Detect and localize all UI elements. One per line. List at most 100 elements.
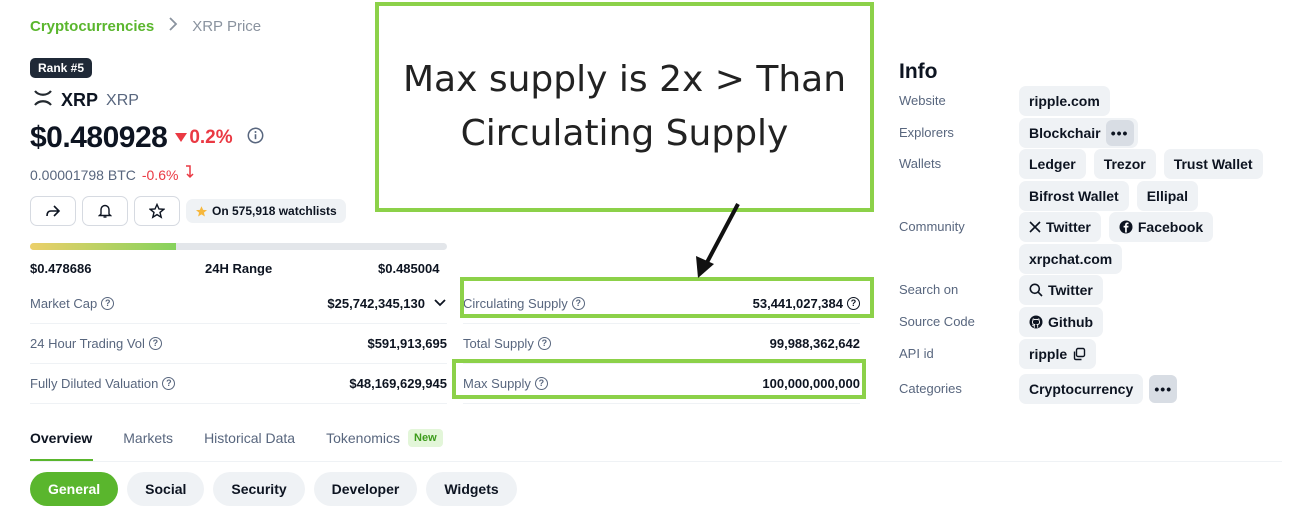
range-label: 24H Range xyxy=(205,261,273,276)
price-change-value: 0.2% xyxy=(189,127,233,148)
source-github[interactable]: Github xyxy=(1019,307,1104,337)
info-title: Info xyxy=(899,60,938,83)
twitter-label: Twitter xyxy=(1046,219,1091,235)
callout-line-2: Circulating Supply xyxy=(460,113,789,154)
range-low: $0.478686 xyxy=(30,261,92,276)
alert-button[interactable] xyxy=(82,196,128,226)
wallet-ellipal[interactable]: Ellipal xyxy=(1136,181,1198,211)
tab-tokenomics[interactable]: Tokenomics New xyxy=(326,429,443,447)
help-icon[interactable]: ? xyxy=(148,337,162,350)
coin-name: XRP xyxy=(61,90,99,110)
api-id-chip[interactable]: ripple xyxy=(1019,339,1097,369)
watchlist-count-text: On 575,918 watchlists xyxy=(212,204,337,218)
explorer-chip[interactable]: Blockchair ••• xyxy=(1019,118,1138,148)
wallets-row-1: Ledger Trezor Trust Wallet xyxy=(1019,149,1263,179)
community-facebook[interactable]: Facebook xyxy=(1108,212,1214,242)
community-twitter[interactable]: Twitter xyxy=(1019,212,1101,242)
main-tabs: Overview Markets Historical Data Tokenom… xyxy=(30,429,443,447)
help-icon[interactable]: ? xyxy=(162,377,176,390)
action-buttons: On 575,918 watchlists xyxy=(30,196,346,226)
pill-widgets[interactable]: Widgets xyxy=(426,472,517,506)
pill-developer[interactable]: Developer xyxy=(313,472,418,506)
tab-overview[interactable]: Overview xyxy=(30,430,92,446)
website-link[interactable]: ripple.com xyxy=(1019,86,1110,116)
pill-social[interactable]: Social xyxy=(127,472,205,506)
search-twitter[interactable]: Twitter xyxy=(1019,275,1103,305)
help-icon[interactable]: ? xyxy=(101,296,115,310)
coin-symbol: XRP xyxy=(106,91,139,109)
explorer-name: Blockchair xyxy=(1029,125,1101,141)
website-label: Website xyxy=(899,93,946,108)
wallet-bifrost[interactable]: Bifrost Wallet xyxy=(1019,181,1129,211)
search-icon xyxy=(1029,283,1043,297)
market-cap-value[interactable]: $25,742,345,130 xyxy=(327,296,447,311)
api-id-label: API id xyxy=(899,346,934,361)
copy-icon[interactable] xyxy=(1072,347,1086,361)
search-on-label: Search on xyxy=(899,282,959,297)
category-chip[interactable]: Cryptocurrency xyxy=(1019,374,1144,404)
volume-value: $591,913,695 xyxy=(367,336,447,351)
stat-row-total-supply: Total Supply? 99,988,362,642 xyxy=(463,324,860,363)
bell-icon xyxy=(98,204,112,218)
annotation-callout: Max supply is 2x > Than Circulating Supp… xyxy=(375,2,874,212)
stat-row-market-cap: Market Cap? $25,742,345,130 xyxy=(30,283,447,323)
pill-general[interactable]: General xyxy=(30,472,119,506)
price-change: 0.2% xyxy=(175,127,233,149)
range-fill xyxy=(30,243,176,250)
explorers-label: Explorers xyxy=(899,125,954,140)
chevron-right-icon xyxy=(168,17,178,36)
tab-historical-data[interactable]: Historical Data xyxy=(204,430,295,446)
stat-row-fdv: Fully Diluted Valuation? $48,169,629,945 xyxy=(30,364,447,403)
share-button[interactable] xyxy=(30,196,76,226)
trend-down-icon xyxy=(184,165,194,184)
wallet-ledger[interactable]: Ledger xyxy=(1019,149,1086,179)
fdv-value: $48,169,629,945 xyxy=(349,376,447,391)
xrp-logo-icon xyxy=(33,89,53,112)
wallets-label: Wallets xyxy=(899,156,942,171)
categories-row: Cryptocurrency ••• xyxy=(1019,374,1178,404)
more-categories-button[interactable]: ••• xyxy=(1149,375,1178,403)
rank-badge: Rank #5 xyxy=(30,58,93,78)
tabs-divider xyxy=(30,461,1282,462)
community-xrpchat[interactable]: xrpchat.com xyxy=(1019,244,1123,274)
facebook-icon xyxy=(1119,220,1133,234)
community-row-1: Twitter Facebook xyxy=(1019,212,1214,242)
total-supply-value: 99,988,362,642 xyxy=(769,336,860,351)
watchlist-star-button[interactable] xyxy=(134,196,180,226)
search-twitter-label: Twitter xyxy=(1048,282,1093,298)
breadcrumb: Cryptocurrencies XRP Price xyxy=(30,17,261,36)
share-icon xyxy=(46,205,61,217)
total-supply-label: Total Supply? xyxy=(463,336,551,351)
wallet-trust[interactable]: Trust Wallet xyxy=(1163,149,1263,179)
price-row: $0.480928 0.2% xyxy=(30,121,264,155)
callout-line-1: Max supply is 2x > Than xyxy=(402,59,847,100)
caret-down-icon xyxy=(175,129,188,147)
star-icon xyxy=(149,203,165,219)
watchlist-count: On 575,918 watchlists xyxy=(186,199,346,223)
circulating-highlight-box xyxy=(460,277,874,318)
community-label: Community xyxy=(899,219,965,234)
wallet-trezor[interactable]: Trezor xyxy=(1093,149,1156,179)
chevron-down-icon[interactable] xyxy=(433,298,447,308)
fdv-label: Fully Diluted Valuation? xyxy=(30,376,176,391)
tab-markets[interactable]: Markets xyxy=(123,430,173,446)
x-twitter-icon xyxy=(1029,221,1041,233)
coin-price: $0.480928 xyxy=(30,121,168,154)
max-supply-highlight-box xyxy=(452,359,866,399)
btc-price-row: 0.00001798 BTC -0.6% xyxy=(30,165,194,184)
pill-security[interactable]: Security xyxy=(213,472,305,506)
stats-left: Market Cap? $25,742,345,130 24 Hour Trad… xyxy=(30,283,447,404)
range-high: $0.485004 xyxy=(378,261,440,276)
star-filled-icon xyxy=(195,205,208,217)
tab-tokenomics-label: Tokenomics xyxy=(326,430,401,446)
btc-change: -0.6% xyxy=(141,166,179,183)
github-icon xyxy=(1029,315,1043,329)
help-icon[interactable]: ? xyxy=(537,337,551,350)
more-explorers-button[interactable]: ••• xyxy=(1105,120,1134,146)
price-range-bar xyxy=(30,243,447,250)
breadcrumb-cryptocurrencies-link[interactable]: Cryptocurrencies xyxy=(30,18,154,35)
sub-tabs: General Social Security Developer Widget… xyxy=(30,472,517,506)
info-icon[interactable] xyxy=(247,127,264,149)
source-code-label: Source Code xyxy=(899,314,975,329)
wallets-row-2: Bifrost Wallet Ellipal xyxy=(1019,181,1198,211)
